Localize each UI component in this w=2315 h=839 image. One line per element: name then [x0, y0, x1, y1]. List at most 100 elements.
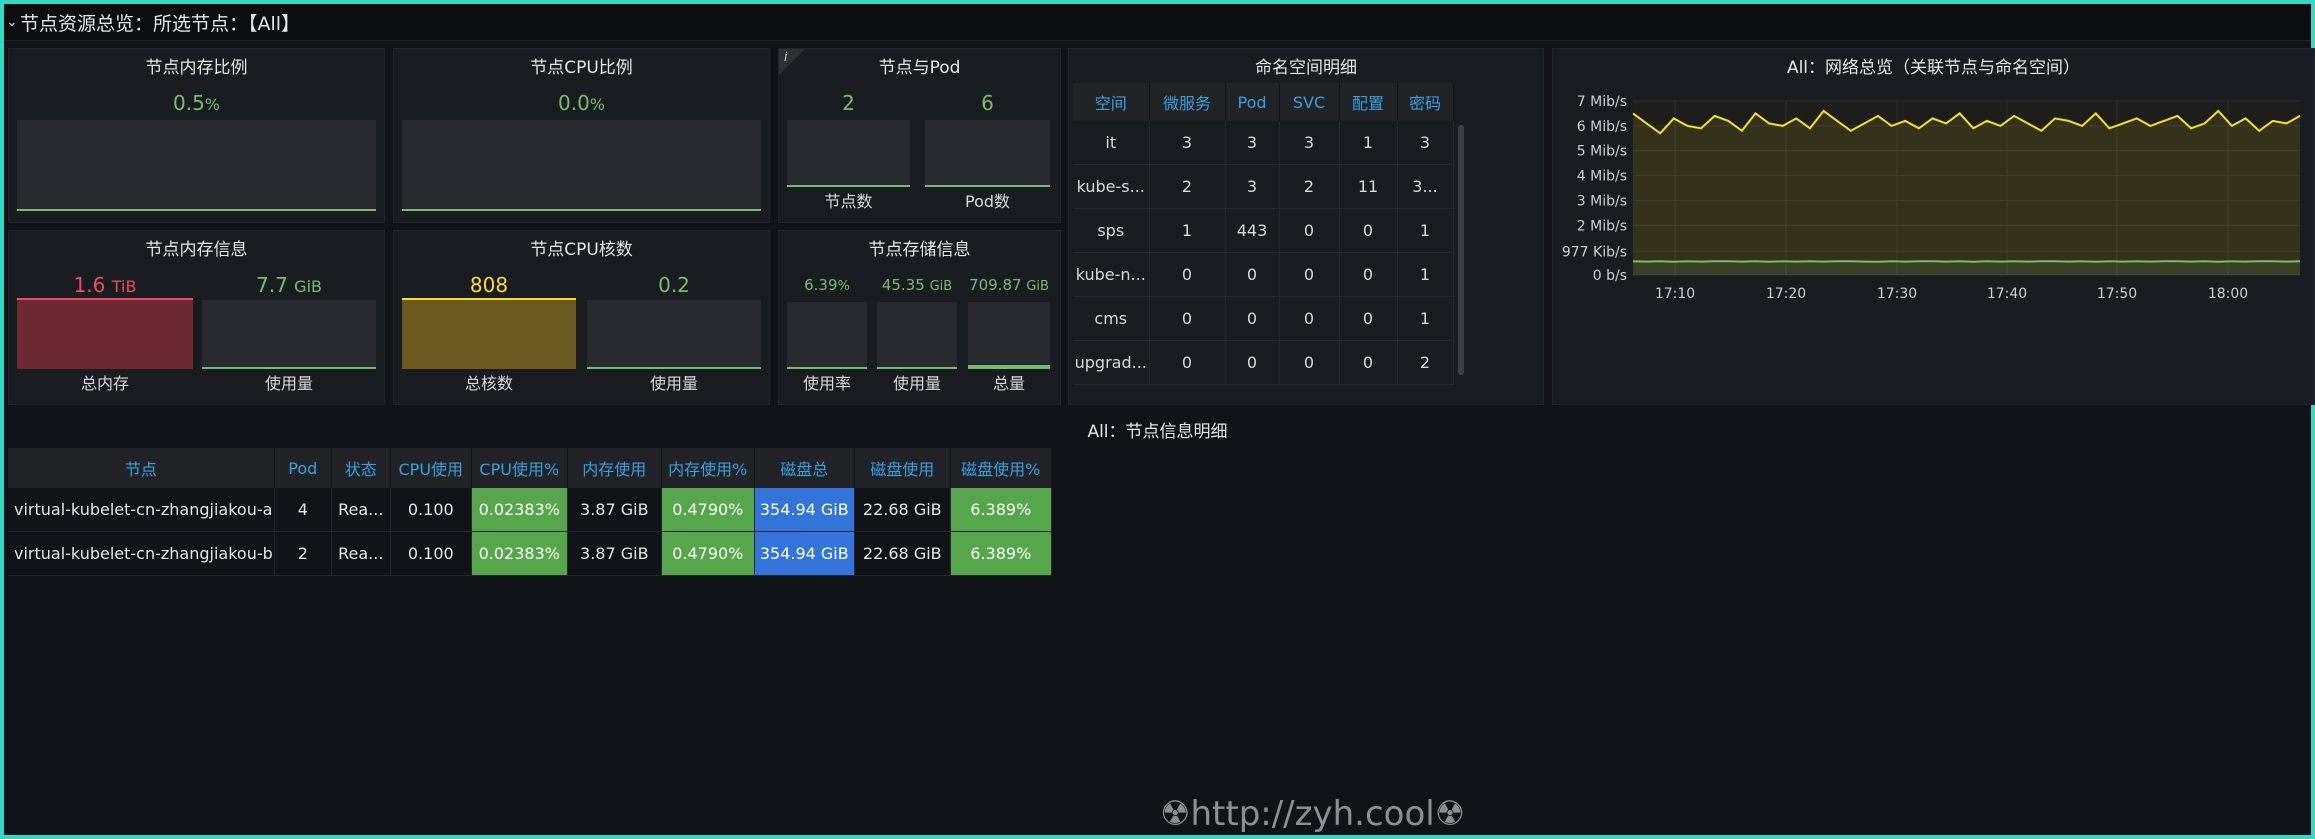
table-row[interactable]: virtual-kubelet-cn-zhangjiakou-a 4 Rea... 0… [8, 488, 1052, 532]
panel-cpu-cores[interactable]: 节点CPU核数 808 总核数 0.2 使用量 [393, 230, 770, 405]
panel-title: 节点内存信息 [145, 240, 248, 260]
table-cell: 3 [1279, 121, 1340, 165]
column-header-cpu-used[interactable]: CPU使用 [390, 448, 472, 488]
watermark: ☢http://zyh.cool☢ [1160, 794, 1466, 834]
table-cell: upgrad... [1073, 340, 1150, 385]
used-cores-value: 0.2 [658, 273, 690, 297]
table-row[interactable]: virtual-kubelet-cn-zhangjiakou-b 2 Rea... 0… [8, 531, 1052, 576]
y-tick-label: 0 b/s [1593, 268, 1627, 284]
table-row[interactable]: upgrad... 0 0 0 0 2 [1073, 340, 1454, 385]
table-cell: 0 [1339, 296, 1398, 341]
table-row[interactable]: sps 1 443 0 0 1 [1073, 208, 1454, 253]
panel-memory-ratio[interactable]: 节点内存比例 0.5% [8, 48, 385, 223]
column-header-pod[interactable]: Pod [1225, 83, 1280, 121]
column-header-config[interactable]: 配置 [1339, 83, 1398, 121]
table-cell: 3 [1149, 121, 1226, 165]
pod-count-value: 6 [981, 91, 994, 115]
row-header[interactable]: ⌄ 节点资源总览：所选节点：【All】 [4, 4, 2311, 41]
x-tick-label: 17:50 [2097, 286, 2137, 302]
table-row[interactable]: it 3 3 3 1 3 [1073, 121, 1454, 165]
y-tick-label: 977 Kib/s [1562, 244, 1627, 260]
storage-used-bar [877, 302, 957, 369]
cpu-ratio-gauge [402, 120, 761, 211]
network-chart[interactable]: 7 Mib/s 6 Mib/s 5 Mib/s 4 Mib/s 3 Mib/s 2 Mib… [1553, 83, 2314, 403]
table-cell: 3 [1225, 164, 1280, 209]
table-row[interactable]: kube-s... 2 3 2 11 3... [1073, 164, 1454, 209]
table-cell: 443 [1225, 208, 1280, 253]
total-memory-bar [17, 298, 193, 369]
chevron-down-icon[interactable]: ⌄ [6, 14, 20, 30]
table-cell: 0 [1225, 252, 1280, 297]
panel-storage-info[interactable]: 节点存储信息 6.39% 使用率 45.35 GiB 使用量 709.87 Gi… [778, 230, 1061, 405]
memory-ratio-value: 0.5% [172, 91, 220, 115]
table-cell: kube-n... [1073, 252, 1150, 297]
column-header-cpu-percent[interactable]: CPU使用% [471, 448, 568, 488]
y-tick-label: 6 Mib/s [1577, 119, 1627, 135]
table-row[interactable]: cms 0 0 0 0 1 [1073, 296, 1454, 341]
storage-rate-label: 使用率 [802, 374, 851, 393]
panel-memory-info[interactable]: 节点内存信息 1.6 TiB 总内存 7.7 GiB 使用量 [8, 230, 385, 405]
table-cell: 3.87 GiB [567, 531, 662, 576]
column-header-status[interactable]: 状态 [331, 448, 391, 488]
pod-count-bar [925, 120, 1050, 187]
pod-count-label: Pod数 [964, 192, 1011, 211]
column-header-disk-total[interactable]: 磁盘总 [754, 448, 855, 488]
used-memory-bar [202, 300, 376, 369]
table-cell: Rea... [331, 531, 391, 576]
table-cell: kube-s... [1073, 164, 1150, 209]
x-tick-label: 17:20 [1766, 286, 1806, 302]
table-cell: 0.02383% [471, 531, 568, 576]
column-header-disk-percent[interactable]: 磁盘使用% [950, 448, 1052, 488]
table-cell: 4 [274, 488, 332, 532]
panel-network-overview[interactable]: All：网络总览（关联节点与命名空间） 7 Mib/s 6 Mib/s 5 Mib/… [1552, 48, 2315, 405]
table-cell: 0 [1279, 340, 1340, 385]
table-cell: 6.389% [950, 488, 1052, 532]
table-cell: 3 [1225, 121, 1280, 165]
column-header-namespace[interactable]: 空间 [1073, 83, 1150, 121]
table-cell: 1 [1397, 296, 1454, 341]
column-header-disk-used[interactable]: 磁盘使用 [854, 448, 951, 488]
table-cell: it [1073, 121, 1150, 165]
table-cell: 22.68 GiB [854, 488, 951, 532]
panel-title: 节点存储信息 [868, 240, 971, 260]
total-memory-value: 1.6 TiB [73, 273, 137, 297]
table-cell: virtual-kubelet-cn-zhangjiakou-b [8, 531, 275, 576]
x-tick-label: 17:30 [1877, 286, 1917, 302]
storage-total-label: 总量 [992, 374, 1025, 393]
column-header-pod[interactable]: Pod [274, 448, 332, 488]
panel-namespace-details[interactable]: 命名空间明细 空间 微服务 Pod SVC 配置 密码 it 3 3 3 1 3 kube-… [1068, 48, 1544, 405]
table-cell: 0 [1149, 340, 1226, 385]
table-cell: 2 [1279, 164, 1340, 209]
panel-cpu-ratio[interactable]: 节点CPU比例 0.0% [393, 48, 770, 223]
table-cell: 3.87 GiB [567, 488, 662, 532]
node-count-value: 2 [842, 91, 855, 115]
column-header-services[interactable]: 微服务 [1149, 83, 1226, 121]
table-cell: 0 [1339, 340, 1398, 385]
column-header-mem-used[interactable]: 内存使用 [567, 448, 662, 488]
table-cell: Rea... [331, 488, 391, 532]
panel-title: All：网络总览（关联节点与命名空间） [1786, 58, 2081, 78]
table-row[interactable]: kube-n... 0 0 0 0 1 [1073, 252, 1454, 297]
column-header-secret[interactable]: 密码 [1397, 83, 1454, 121]
table-cell: 6.389% [950, 531, 1052, 576]
scrollbar[interactable] [1458, 125, 1464, 375]
column-header-svc[interactable]: SVC [1279, 83, 1340, 121]
used-cores-label: 使用量 [649, 374, 698, 393]
panel-node-pod[interactable]: i 节点与Pod 2 节点数 6 Pod数 [778, 48, 1061, 223]
memory-ratio-gauge [17, 120, 376, 211]
namespace-table: 空间 微服务 Pod SVC 配置 密码 it 3 3 3 1 3 kube-s... 2 3 2… [1073, 83, 1454, 385]
cpu-ratio-value: 0.0% [557, 91, 605, 115]
node-details-title: All：节点信息明细 [1087, 422, 1228, 442]
y-tick-label: 7 Mib/s [1577, 94, 1627, 110]
column-header-mem-percent[interactable]: 内存使用% [661, 448, 755, 488]
column-header-node[interactable]: 节点 [8, 448, 275, 488]
y-tick-label: 2 Mib/s [1577, 218, 1627, 234]
panel-title: 节点CPU比例 [530, 58, 633, 78]
table-cell: 0.4790% [661, 488, 755, 532]
used-memory-label: 使用量 [264, 374, 313, 393]
table-cell: 1 [1339, 121, 1398, 165]
storage-total-value: 709.87 GiB [969, 276, 1049, 294]
node-count-label: 节点数 [824, 192, 873, 211]
table-cell: virtual-kubelet-cn-zhangjiakou-a [8, 488, 275, 532]
storage-rate-bar [787, 302, 867, 369]
